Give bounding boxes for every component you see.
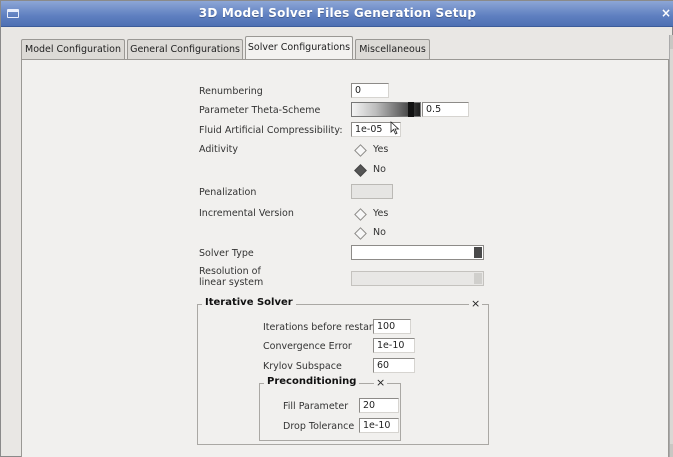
resolution-dropdown[interactable] [351,271,484,286]
iterations-input[interactable]: 100 [373,319,411,334]
preconditioning-title: Preconditioning [264,376,360,387]
radio-diamond-icon[interactable] [354,227,367,240]
aditivity-no-radio[interactable]: No [354,164,406,178]
fill-parameter-label: Fill Parameter [283,401,349,412]
iterative-solver-title: Iterative Solver [202,297,296,308]
incremental-version-label: Incremental Version [199,208,294,219]
aditivity-yes-radio[interactable]: Yes [354,144,406,158]
theta-scheme-value[interactable]: 0.5 [422,102,469,117]
mouse-pointer-icon [390,121,400,135]
vertical-scrollbar[interactable] [669,35,673,457]
slider-thumb[interactable] [408,102,414,117]
title-bar: 3D Model Solver Files Generation Setup × [1,1,673,27]
incremental-yes-radio[interactable]: Yes [354,208,406,222]
krylov-label: Krylov Subspace [263,361,342,372]
fill-parameter-input[interactable]: 20 [359,398,399,413]
solver-type-label: Solver Type [199,248,254,259]
window-title: 3D Model Solver Files Generation Setup [198,6,477,20]
radio-diamond-icon[interactable] [354,144,367,157]
radio-diamond-icon[interactable] [354,208,367,221]
tab-general-configurations[interactable]: General Configurations [127,39,243,59]
solver-type-dropdown[interactable] [351,245,484,260]
krylov-input[interactable]: 60 [373,358,415,373]
iterative-solver-close-icon[interactable]: × [469,297,483,310]
aditivity-no-label: No [373,164,386,175]
theta-scheme-slider[interactable] [351,102,421,117]
preconditioning-close-icon[interactable]: × [374,376,388,389]
tab-model-configuration[interactable]: Model Configuration [21,39,125,59]
incremental-no-label: No [373,227,386,238]
renumbering-input[interactable]: 0 [351,83,389,98]
dropdown-arrow-icon[interactable] [474,273,482,284]
aditivity-label: Aditivity [199,144,238,155]
penalization-label: Penalization [199,187,257,198]
radio-diamond-selected-icon[interactable] [354,164,367,177]
incremental-yes-label: Yes [373,208,389,219]
tab-solver-configurations[interactable]: Solver Configurations [245,36,353,59]
incremental-no-radio[interactable]: No [354,227,406,241]
resolution-label-line1: Resolution of [199,266,261,277]
theta-scheme-label: Parameter Theta-Scheme [199,105,321,116]
compressibility-label: Fluid Artificial Compressibility: [199,125,343,136]
tab-miscellaneous[interactable]: Miscellaneous [355,39,430,59]
convergence-label: Convergence Error [263,341,352,352]
drop-tolerance-input[interactable]: 1e-10 [359,418,399,433]
app-window: 3D Model Solver Files Generation Setup ×… [0,0,673,457]
iterations-label: Iterations before restart [263,322,377,333]
aditivity-yes-label: Yes [373,144,389,155]
renumbering-label: Renumbering [199,86,263,97]
drop-tolerance-label: Drop Tolerance [283,421,355,432]
content-area: Model Configuration General Configuratio… [9,33,669,457]
penalization-input[interactable] [351,184,393,199]
dropdown-arrow-icon[interactable] [474,247,482,258]
convergence-input[interactable]: 1e-10 [373,338,415,353]
resolution-label-line2: linear system [199,277,264,288]
window-close-icon[interactable]: × [661,6,671,20]
